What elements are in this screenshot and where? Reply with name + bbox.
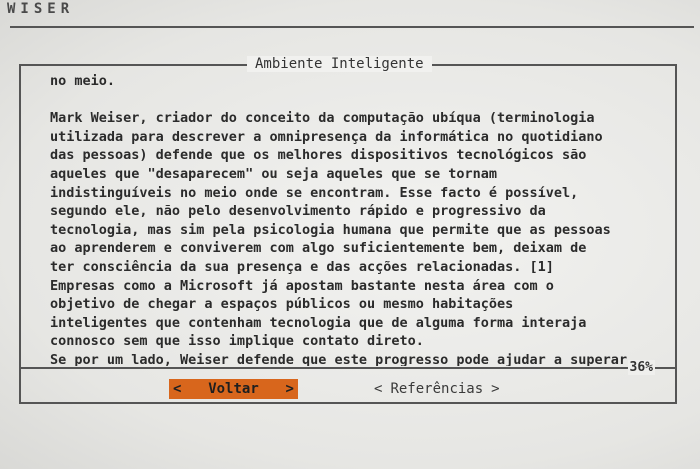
text-line: aqueles que "desaparecem" ou seja aquele… [50, 165, 498, 182]
dialog-text-area[interactable]: no meio. Mark Weiser, criador do conceit… [50, 72, 660, 366]
text-line: inteligentes que contenham tecnologia qu… [50, 314, 587, 331]
text-line: no meio. [50, 73, 116, 89]
references-button-label: Referências [390, 381, 484, 397]
back-button-label: Voltar [208, 381, 259, 397]
text-line: Mark Weiser, criador do conceito da comp… [50, 110, 595, 127]
text-line: segundo ele, não pelo desenvolvimento rá… [50, 203, 546, 220]
text-line: utilizada para descrever a omnipresença … [50, 128, 603, 145]
text-line: indistinguíveis no meio onde se encontra… [50, 184, 579, 201]
screen: WISER Ambiente Inteligente no meio. Mark… [0, 0, 700, 469]
text-line: connosco sem que isso implique contato d… [50, 333, 424, 350]
text-line: das pessoas) defende que os melhores dis… [50, 147, 587, 164]
dialog-title: Ambiente Inteligente [247, 56, 432, 72]
text-line: Se por um lado, Weiser defende que este … [50, 351, 628, 366]
dialog-box: Ambiente Inteligente no meio. Mark Weise… [19, 56, 677, 404]
right-bracket-icon: > [491, 381, 500, 397]
text-line: ao aprenderem e conviverem com algo sufi… [50, 240, 587, 257]
text-line: tecnologia, mas sim pela psicologia huma… [50, 221, 611, 238]
scroll-percentage: 36% [627, 360, 655, 375]
title-rule [10, 26, 694, 28]
text-line: Empresas como a Microsoft já apostam bas… [50, 277, 554, 294]
text-line [50, 91, 660, 110]
back-button[interactable]: < Voltar > [169, 379, 298, 399]
references-button[interactable]: < Referências > [374, 379, 500, 399]
left-bracket-icon: < [374, 381, 383, 397]
text-line: ter consciência da sua presença e das ac… [50, 258, 554, 275]
scroll-separator [21, 367, 675, 369]
left-bracket-icon: < [173, 381, 182, 397]
right-bracket-icon: > [285, 381, 294, 397]
text-line: objetivo de chegar a espaços públicos ou… [50, 296, 514, 313]
app-title: WISER [7, 1, 75, 17]
